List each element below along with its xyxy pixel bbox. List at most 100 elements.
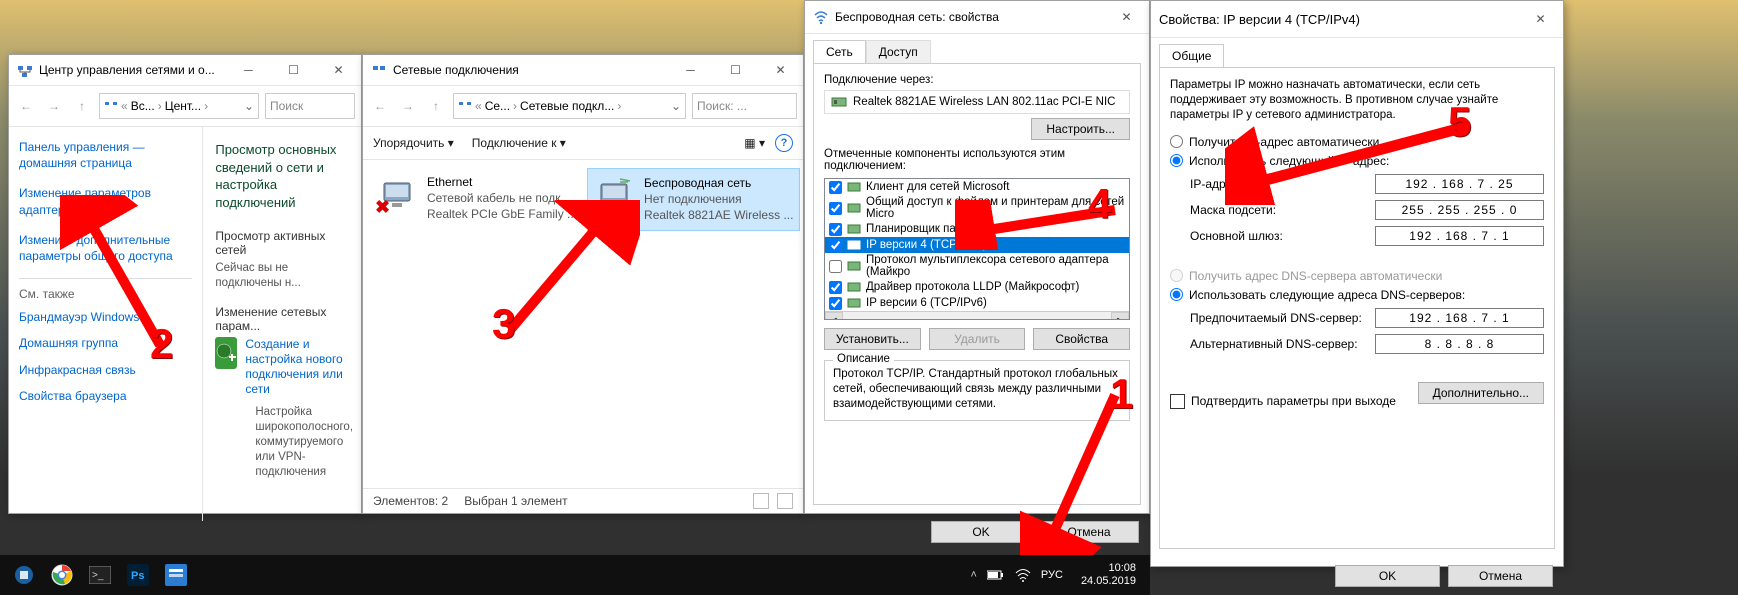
remove-button[interactable]: Удалить bbox=[929, 328, 1026, 350]
component-checkbox[interactable] bbox=[829, 281, 842, 294]
chrome-icon[interactable] bbox=[44, 557, 80, 593]
search-input[interactable]: Поиск bbox=[265, 93, 355, 119]
close-button[interactable]: ✕ bbox=[1518, 4, 1563, 34]
configure-button[interactable]: Настроить... bbox=[1031, 118, 1130, 140]
lang-indicator[interactable]: РУС bbox=[1041, 569, 1063, 581]
protocol-icon bbox=[847, 280, 861, 294]
back-button[interactable]: ← bbox=[369, 95, 391, 117]
component-checkbox[interactable] bbox=[829, 239, 842, 252]
component-item[interactable]: Клиент для сетей Microsoft bbox=[825, 179, 1129, 195]
component-item[interactable]: IP версии 6 (TCP/IPv6) bbox=[825, 295, 1129, 311]
up-button[interactable]: ↑ bbox=[425, 95, 447, 117]
use-ip-radio[interactable]: Использовать следующий IP-адрес: bbox=[1170, 154, 1544, 168]
component-item[interactable]: Общий доступ к файлам и принтерам для се… bbox=[825, 195, 1129, 221]
dns1-input[interactable]: 192 . 168 . 7 . 1 bbox=[1375, 308, 1544, 328]
cancel-button[interactable]: Отмена bbox=[1448, 565, 1553, 587]
page-heading: Просмотр основных сведений о сети и наст… bbox=[215, 141, 353, 211]
component-checkbox[interactable] bbox=[829, 223, 842, 236]
tray-up-icon[interactable]: ˄ bbox=[970, 569, 976, 581]
title: Беспроводная сеть: свойства bbox=[835, 10, 1104, 24]
ok-button[interactable]: OK bbox=[931, 521, 1031, 543]
ip-input[interactable]: 192 . 168 . 7 . 25 bbox=[1375, 174, 1544, 194]
browser-props-link[interactable]: Свойства браузера bbox=[19, 388, 192, 404]
gateway-input[interactable]: 192 . 168 . 7 . 1 bbox=[1375, 226, 1544, 246]
install-button[interactable]: Установить... bbox=[824, 328, 921, 350]
close-button[interactable]: ✕ bbox=[316, 55, 361, 85]
view-icon[interactable]: ▦ ▾ bbox=[744, 136, 765, 150]
homegroup-link[interactable]: Домашняя группа bbox=[19, 335, 192, 351]
breadcrumb[interactable]: «Вс...›Цент...› ⌄ bbox=[99, 93, 259, 119]
component-item[interactable]: Драйвер протокола LLDP (Майкрософт) bbox=[825, 279, 1129, 295]
control-panel-home-link[interactable]: Панель управления —домашняя страница bbox=[19, 139, 192, 171]
component-checkbox[interactable] bbox=[829, 297, 842, 310]
ethernet-adapter[interactable]: ✖ Ethernet Сетевой кабель не подк... Rea… bbox=[371, 168, 583, 231]
change-adapter-settings-link[interactable]: Изменение параметровадаптера bbox=[19, 185, 192, 217]
minimize-button[interactable]: ─ bbox=[668, 55, 713, 85]
maximize-button[interactable]: ☐ bbox=[271, 55, 316, 85]
protocol-icon bbox=[847, 296, 861, 310]
scrollbar[interactable]: ◄► bbox=[825, 311, 1129, 320]
component-item[interactable]: Протокол мультиплексора сетевого адаптер… bbox=[825, 253, 1129, 279]
connect-to-menu[interactable]: Подключение к ▾ bbox=[472, 136, 566, 150]
close-button[interactable]: ✕ bbox=[758, 55, 803, 85]
tab-access[interactable]: Доступ bbox=[866, 40, 931, 63]
tab-general[interactable]: Общие bbox=[1159, 44, 1224, 67]
world-plus-icon bbox=[215, 337, 237, 369]
start-button[interactable] bbox=[6, 557, 42, 593]
ipv4-properties-window: Свойства: IP версии 4 (TCP/IPv4) ✕ Общие… bbox=[1150, 0, 1564, 567]
component-item[interactable]: IP версии 4 (TCP/IPv4) bbox=[825, 237, 1129, 253]
address-bar: ← → ↑ «Се...›Сетевые подкл...› ⌄ Поиск: … bbox=[363, 86, 803, 127]
titlebar[interactable]: Свойства: IP версии 4 (TCP/IPv4) ✕ bbox=[1151, 1, 1563, 38]
titlebar[interactable]: Сетевые подключения ─ ☐ ✕ bbox=[363, 55, 803, 86]
advanced-button[interactable]: Дополнительно... bbox=[1418, 382, 1544, 404]
network-icon bbox=[17, 62, 33, 78]
component-checkbox[interactable] bbox=[829, 181, 842, 194]
app-icon[interactable] bbox=[158, 557, 194, 593]
view-tiles-button[interactable] bbox=[777, 493, 793, 509]
organize-menu[interactable]: Упорядочить ▾ bbox=[373, 136, 454, 150]
breadcrumb[interactable]: «Се...›Сетевые подкл...› ⌄ bbox=[453, 93, 686, 119]
components-list[interactable]: Клиент для сетей MicrosoftОбщий доступ к… bbox=[824, 178, 1130, 320]
back-button[interactable]: ← bbox=[15, 95, 37, 117]
tab-network[interactable]: Сеть bbox=[813, 40, 866, 63]
verify-on-exit-checkbox[interactable]: Подтвердить параметры при выходе bbox=[1170, 394, 1396, 409]
search-input[interactable]: Поиск: ... bbox=[692, 93, 797, 119]
error-x-icon: ✖ bbox=[592, 198, 607, 219]
advanced-sharing-link[interactable]: Изменить дополнительныепараметры общего … bbox=[19, 232, 192, 264]
dns2-input[interactable]: 8 . 8 . 8 . 8 bbox=[1375, 334, 1544, 354]
component-checkbox[interactable] bbox=[829, 202, 842, 215]
see-also-label: См. также bbox=[19, 287, 192, 301]
photoshop-icon[interactable]: Ps bbox=[120, 557, 156, 593]
component-checkbox[interactable] bbox=[829, 260, 842, 273]
maximize-button[interactable]: ☐ bbox=[713, 55, 758, 85]
components-label: Отмеченные компоненты используются этим … bbox=[824, 148, 1130, 172]
view-details-button[interactable] bbox=[753, 493, 769, 509]
ok-button[interactable]: OK bbox=[1335, 565, 1440, 587]
titlebar[interactable]: Центр управления сетями и о... ─ ☐ ✕ bbox=[9, 55, 361, 86]
wifi-adapter[interactable]: ✖ Беспроводная сеть Нет подключения Real… bbox=[587, 168, 800, 231]
nic-icon bbox=[831, 95, 847, 109]
forward-button[interactable]: → bbox=[43, 95, 65, 117]
status-bar: Элементов: 2 Выбран 1 элемент bbox=[363, 488, 803, 513]
mask-input[interactable]: 255 . 255 . 255 . 0 bbox=[1375, 200, 1544, 220]
minimize-button[interactable]: ─ bbox=[226, 55, 271, 85]
wifi-tray-icon[interactable] bbox=[1015, 568, 1031, 582]
new-connection-task[interactable]: Создание и настройка нового подключения … bbox=[215, 337, 353, 397]
active-networks-label: Просмотр активных сетей bbox=[215, 229, 353, 257]
forward-button[interactable]: → bbox=[397, 95, 419, 117]
close-button[interactable]: ✕ bbox=[1104, 2, 1149, 32]
properties-button[interactable]: Свойства bbox=[1033, 328, 1130, 350]
help-icon[interactable]: ? bbox=[775, 134, 793, 152]
component-item[interactable]: Планировщик пакетов QoS bbox=[825, 221, 1129, 237]
clock[interactable]: 10:0824.05.2019 bbox=[1073, 562, 1144, 588]
up-button[interactable]: ↑ bbox=[71, 95, 93, 117]
battery-icon[interactable] bbox=[987, 569, 1005, 581]
cancel-button[interactable]: Отмена bbox=[1039, 521, 1139, 543]
obtain-ip-auto-radio[interactable]: Получить IP-адрес автоматически bbox=[1170, 135, 1544, 149]
cmd-icon[interactable]: >_ bbox=[82, 557, 118, 593]
taskbar[interactable]: >_ Ps ˄ РУС 10:0824.05.2019 bbox=[0, 555, 1150, 595]
firewall-link[interactable]: Брандмауэр Windows bbox=[19, 309, 192, 325]
infrared-link[interactable]: Инфракрасная связь bbox=[19, 362, 192, 378]
use-dns-radio[interactable]: Использовать следующие адреса DNS-сервер… bbox=[1170, 288, 1544, 302]
titlebar[interactable]: Беспроводная сеть: свойства ✕ bbox=[805, 1, 1149, 34]
